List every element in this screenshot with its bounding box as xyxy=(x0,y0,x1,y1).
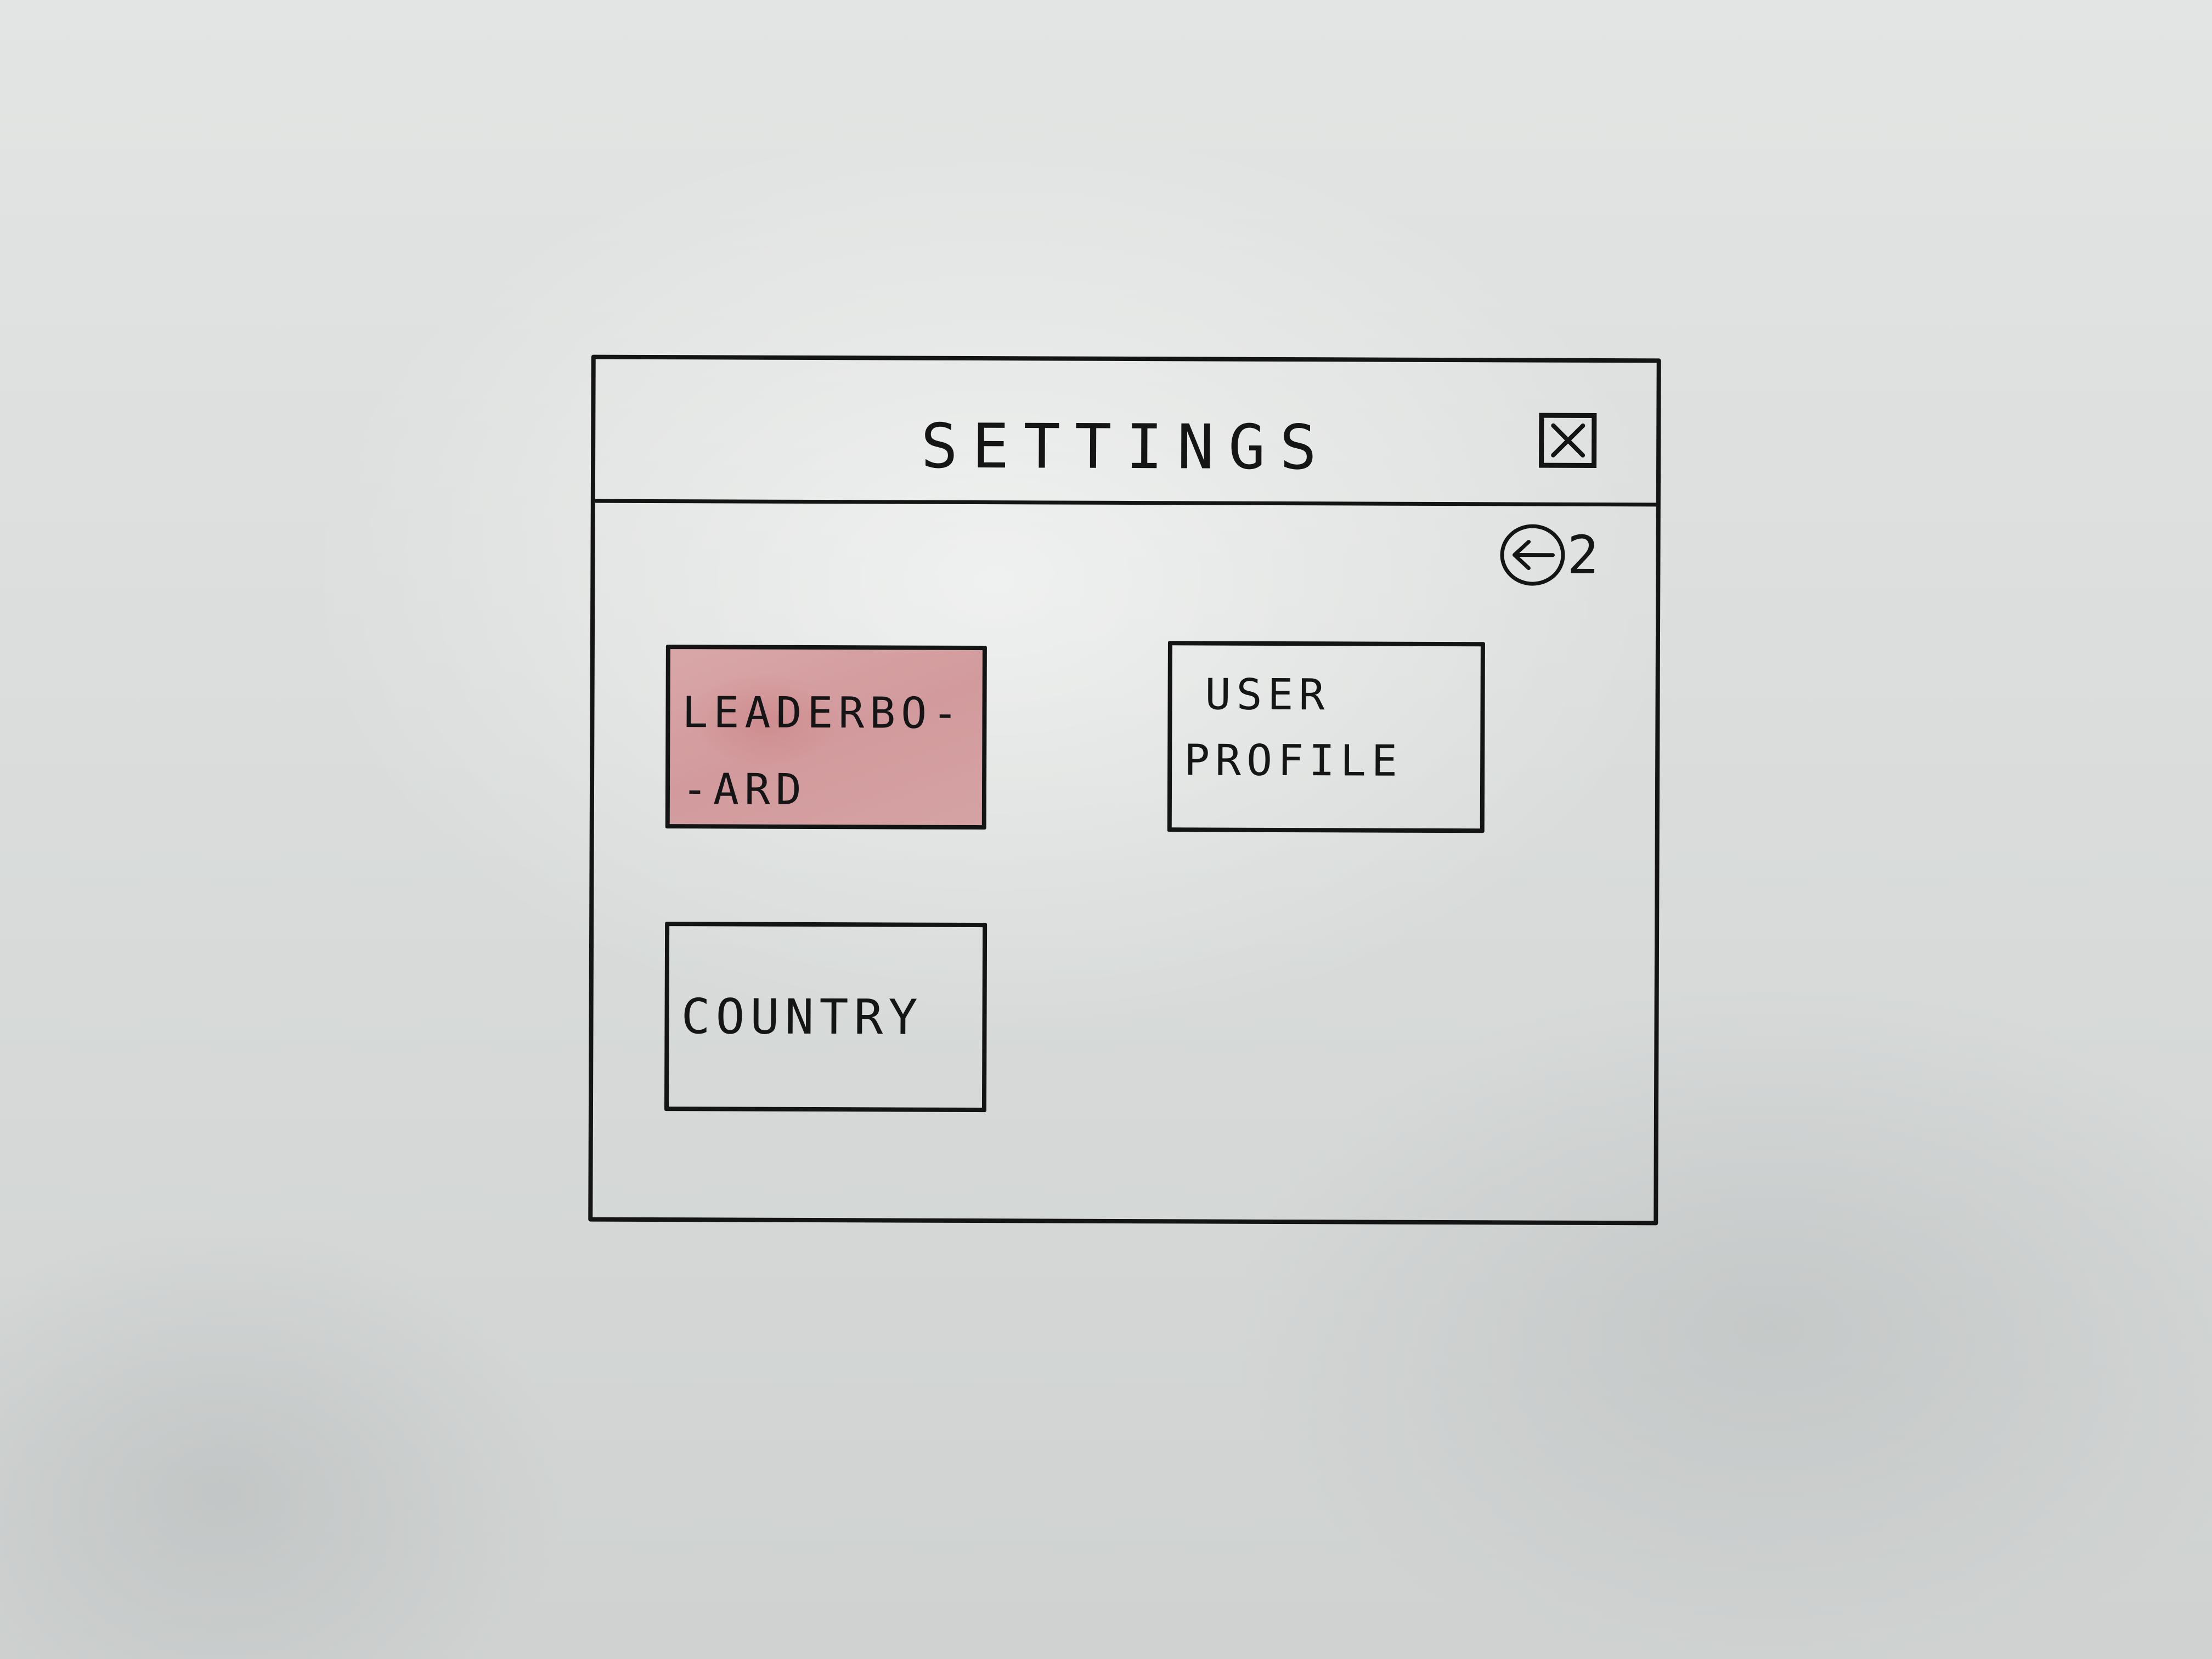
leaderboard-label-line2: -ARD xyxy=(681,765,807,815)
leaderboard-label-line1: LEADERBO- xyxy=(682,688,964,738)
back-button[interactable] xyxy=(1500,524,1565,586)
country-label: COUNTRY xyxy=(681,988,923,1046)
back-arrow-icon xyxy=(1513,540,1555,571)
close-icon xyxy=(1550,423,1585,458)
user-profile-label-line2: PROFILE xyxy=(1184,736,1403,786)
country-button[interactable]: COUNTRY xyxy=(664,922,988,1113)
annotation-number: 2 xyxy=(1567,524,1599,586)
user-profile-button[interactable]: USER PROFILE xyxy=(1167,641,1485,833)
title-bar: SETTINGS xyxy=(595,359,1657,507)
settings-window: SETTINGS 2 LEADERBO- -ARD USER PROFILE C… xyxy=(588,354,1661,1226)
page-title: SETTINGS xyxy=(921,410,1331,484)
leaderboard-button[interactable]: LEADERBO- -ARD xyxy=(665,645,987,830)
user-profile-label-line1: USER xyxy=(1205,670,1330,720)
close-button[interactable] xyxy=(1539,413,1597,468)
